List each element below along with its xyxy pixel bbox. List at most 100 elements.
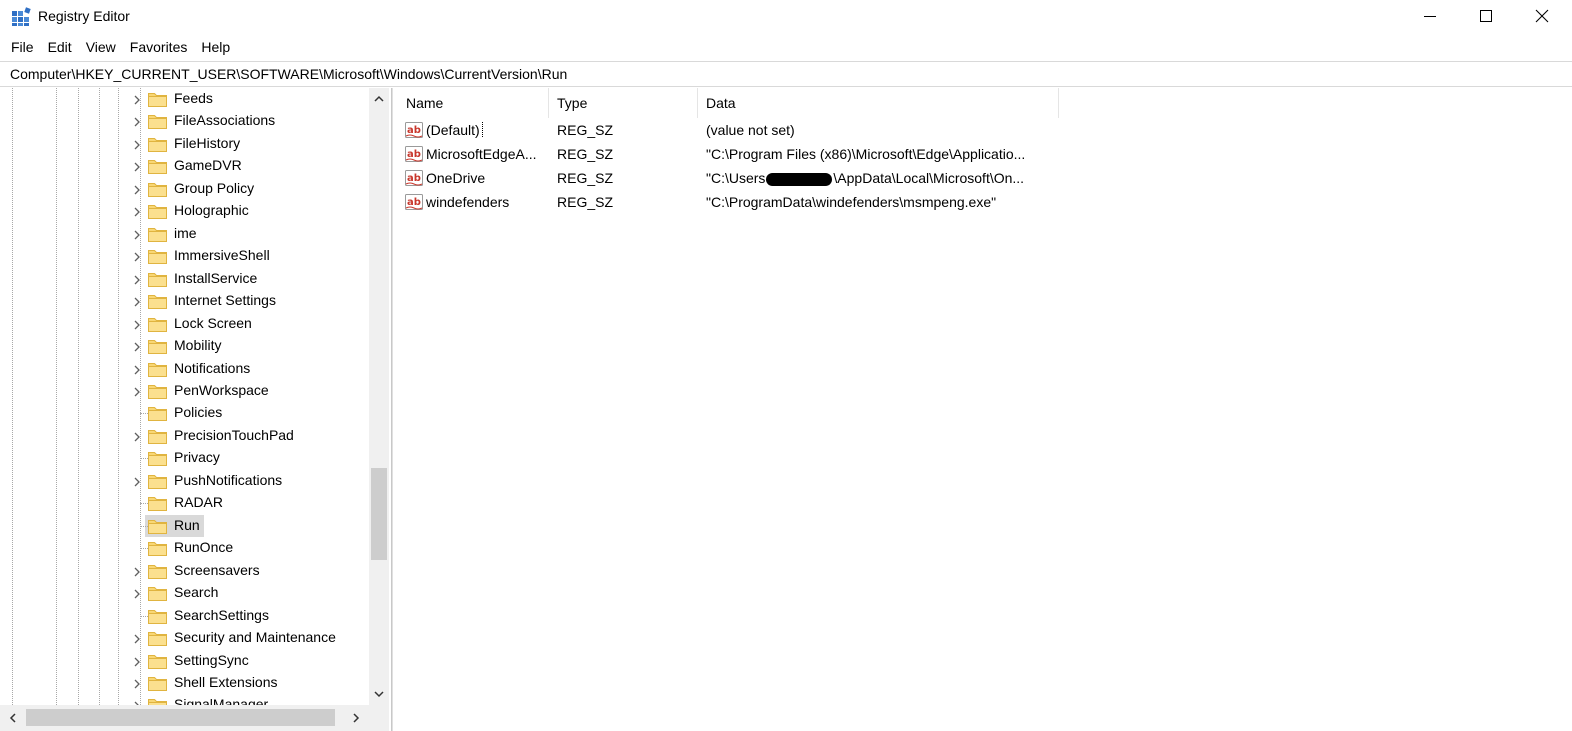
maximize-button[interactable] bbox=[1458, 0, 1514, 32]
tree-item-immersiveshell[interactable]: ImmersiveShell bbox=[0, 245, 369, 267]
tree-item-searchsettings[interactable]: SearchSettings bbox=[0, 605, 369, 627]
value-type: REG_SZ bbox=[557, 146, 614, 162]
chevron-right-icon[interactable] bbox=[131, 385, 143, 397]
tree-item-settingsync[interactable]: SettingSync bbox=[0, 650, 369, 672]
tree-connector bbox=[140, 503, 148, 505]
chevron-right-icon[interactable] bbox=[131, 250, 143, 262]
folder-icon bbox=[148, 653, 167, 669]
chevron-right-icon[interactable] bbox=[131, 228, 143, 240]
tree-item-label: Policies bbox=[174, 404, 223, 421]
tree-item-label: ime bbox=[174, 224, 197, 241]
tree-item-precisiontouchpad[interactable]: PrecisionTouchPad bbox=[0, 425, 369, 447]
scroll-down-button[interactable] bbox=[369, 683, 389, 705]
menu-help[interactable]: Help bbox=[194, 37, 237, 57]
minimize-button[interactable] bbox=[1402, 0, 1458, 32]
tree-item-label: Search bbox=[174, 584, 219, 601]
chevron-right-icon[interactable] bbox=[131, 430, 143, 442]
chevron-right-icon[interactable] bbox=[131, 632, 143, 644]
value-data-suffix: \AppData\Local\Microsoft\On... bbox=[833, 170, 1025, 186]
chevron-right-icon[interactable] bbox=[131, 295, 143, 307]
tree-horizontal-scrollbar[interactable] bbox=[0, 705, 369, 731]
menu-view[interactable]: View bbox=[79, 37, 123, 57]
folder-icon bbox=[148, 293, 167, 310]
chevron-right-icon[interactable] bbox=[131, 655, 143, 667]
tree-item-installservice[interactable]: InstallService bbox=[0, 268, 369, 290]
tree-item-label: Lock Screen bbox=[174, 314, 252, 331]
string-value-icon: ab bbox=[405, 122, 423, 138]
chevron-right-icon[interactable] bbox=[131, 138, 143, 150]
tree-item-holographic[interactable]: Holographic bbox=[0, 200, 369, 222]
value-name: windefenders bbox=[426, 194, 510, 210]
tree-item-policies[interactable]: Policies bbox=[0, 402, 369, 424]
tree-item-label: GameDVR bbox=[174, 157, 242, 174]
tree-item-security-and-maintenance[interactable]: Security and Maintenance bbox=[0, 627, 369, 649]
address-bar[interactable]: Computer\HKEY_CURRENT_USER\SOFTWARE\Micr… bbox=[0, 61, 1572, 87]
scroll-up-button[interactable] bbox=[369, 88, 389, 110]
folder-icon bbox=[148, 113, 167, 130]
menu-favorites[interactable]: Favorites bbox=[123, 37, 195, 57]
tree-vertical-scrollbar[interactable] bbox=[369, 88, 389, 705]
tree-item-feeds[interactable]: Feeds bbox=[0, 88, 369, 110]
tree-item-pushnotifications[interactable]: PushNotifications bbox=[0, 470, 369, 492]
chevron-right-icon[interactable] bbox=[131, 273, 143, 285]
column-header-data[interactable]: Data bbox=[698, 88, 1059, 118]
key-tree: Feeds FileAssociations FileHistory GameDVR G… bbox=[0, 88, 369, 705]
scroll-left-button[interactable] bbox=[0, 705, 26, 731]
key-tree-pane: Feeds FileAssociations FileHistory GameDVR G… bbox=[0, 88, 392, 731]
column-header-name[interactable]: Name bbox=[398, 88, 549, 118]
chevron-right-icon[interactable] bbox=[131, 183, 143, 195]
chevron-right-icon[interactable] bbox=[131, 340, 143, 352]
tree-item-group-policy[interactable]: Group Policy bbox=[0, 178, 369, 200]
chevron-right-icon[interactable] bbox=[131, 318, 143, 330]
tree-item-ime[interactable]: ime bbox=[0, 223, 369, 245]
tree-item-runonce[interactable]: RunOnce bbox=[0, 537, 369, 559]
chevron-right-icon[interactable] bbox=[131, 363, 143, 375]
tree-item-internet-settings[interactable]: Internet Settings bbox=[0, 290, 369, 312]
chevron-right-icon[interactable] bbox=[131, 115, 143, 127]
maximize-icon bbox=[1480, 10, 1492, 22]
value-name: MicrosoftEdgeA... bbox=[426, 146, 537, 162]
tree-item-search[interactable]: Search bbox=[0, 582, 369, 604]
chevron-right-icon[interactable] bbox=[131, 93, 143, 105]
scroll-right-button[interactable] bbox=[343, 705, 369, 731]
tree-item-run[interactable]: Run bbox=[0, 514, 369, 537]
tree-item-screensavers[interactable]: Screensavers bbox=[0, 560, 369, 582]
chevron-right-icon[interactable] bbox=[131, 160, 143, 172]
tree-item-gamedvr[interactable]: GameDVR bbox=[0, 155, 369, 177]
tree-item-penworkspace[interactable]: PenWorkspace bbox=[0, 380, 369, 402]
chevron-right-icon[interactable] bbox=[131, 205, 143, 217]
folder-icon bbox=[148, 361, 167, 377]
tree-item-label: FileHistory bbox=[174, 134, 241, 151]
tree-item-label: RADAR bbox=[174, 494, 224, 511]
tree-item-shell-extensions[interactable]: Shell Extensions bbox=[0, 672, 369, 694]
tree-item-label: Privacy bbox=[174, 449, 220, 466]
value-name: (Default) bbox=[426, 122, 483, 138]
menu-edit[interactable]: Edit bbox=[41, 37, 79, 57]
vertical-scroll-thumb[interactable] bbox=[371, 468, 387, 560]
tree-item-fileassociations[interactable]: FileAssociations bbox=[0, 110, 369, 132]
chevron-right-icon[interactable] bbox=[131, 677, 143, 689]
tree-item-notifications[interactable]: Notifications bbox=[0, 358, 369, 380]
svg-text:ab: ab bbox=[407, 149, 421, 160]
value-row-microsoftedge[interactable]: ab MicrosoftEdgeA... REG_SZ "C:\Program … bbox=[398, 143, 1098, 166]
chevron-right-icon[interactable] bbox=[131, 565, 143, 577]
tree-item-mobility[interactable]: Mobility bbox=[0, 335, 369, 357]
close-button[interactable] bbox=[1514, 0, 1570, 32]
value-row-default[interactable]: ab (Default) REG_SZ (value not set) bbox=[398, 119, 1098, 142]
column-header-type[interactable]: Type bbox=[549, 88, 698, 118]
value-row-windefenders[interactable]: ab windefenders REG_SZ "C:\ProgramData\w… bbox=[398, 191, 1098, 214]
tree-item-filehistory[interactable]: FileHistory bbox=[0, 133, 369, 155]
svg-text:ab: ab bbox=[407, 173, 421, 184]
title-bar: Registry Editor bbox=[0, 0, 1572, 33]
horizontal-scroll-thumb[interactable] bbox=[26, 709, 335, 726]
chevron-right-icon[interactable] bbox=[131, 587, 143, 599]
chevron-right-icon[interactable] bbox=[131, 475, 143, 487]
menu-file[interactable]: File bbox=[4, 37, 41, 57]
tree-item-privacy[interactable]: Privacy bbox=[0, 447, 369, 469]
scrollbar-corner bbox=[369, 705, 389, 731]
tree-item-signalmanager[interactable]: SignalManager bbox=[0, 694, 369, 705]
tree-item-radar[interactable]: RADAR bbox=[0, 492, 369, 514]
tree-item-lock-screen[interactable]: Lock Screen bbox=[0, 313, 369, 335]
folder-icon bbox=[148, 338, 167, 355]
value-row-onedrive[interactable]: ab OneDrive REG_SZ "C:\Users \AppData\Loc… bbox=[398, 167, 1098, 190]
